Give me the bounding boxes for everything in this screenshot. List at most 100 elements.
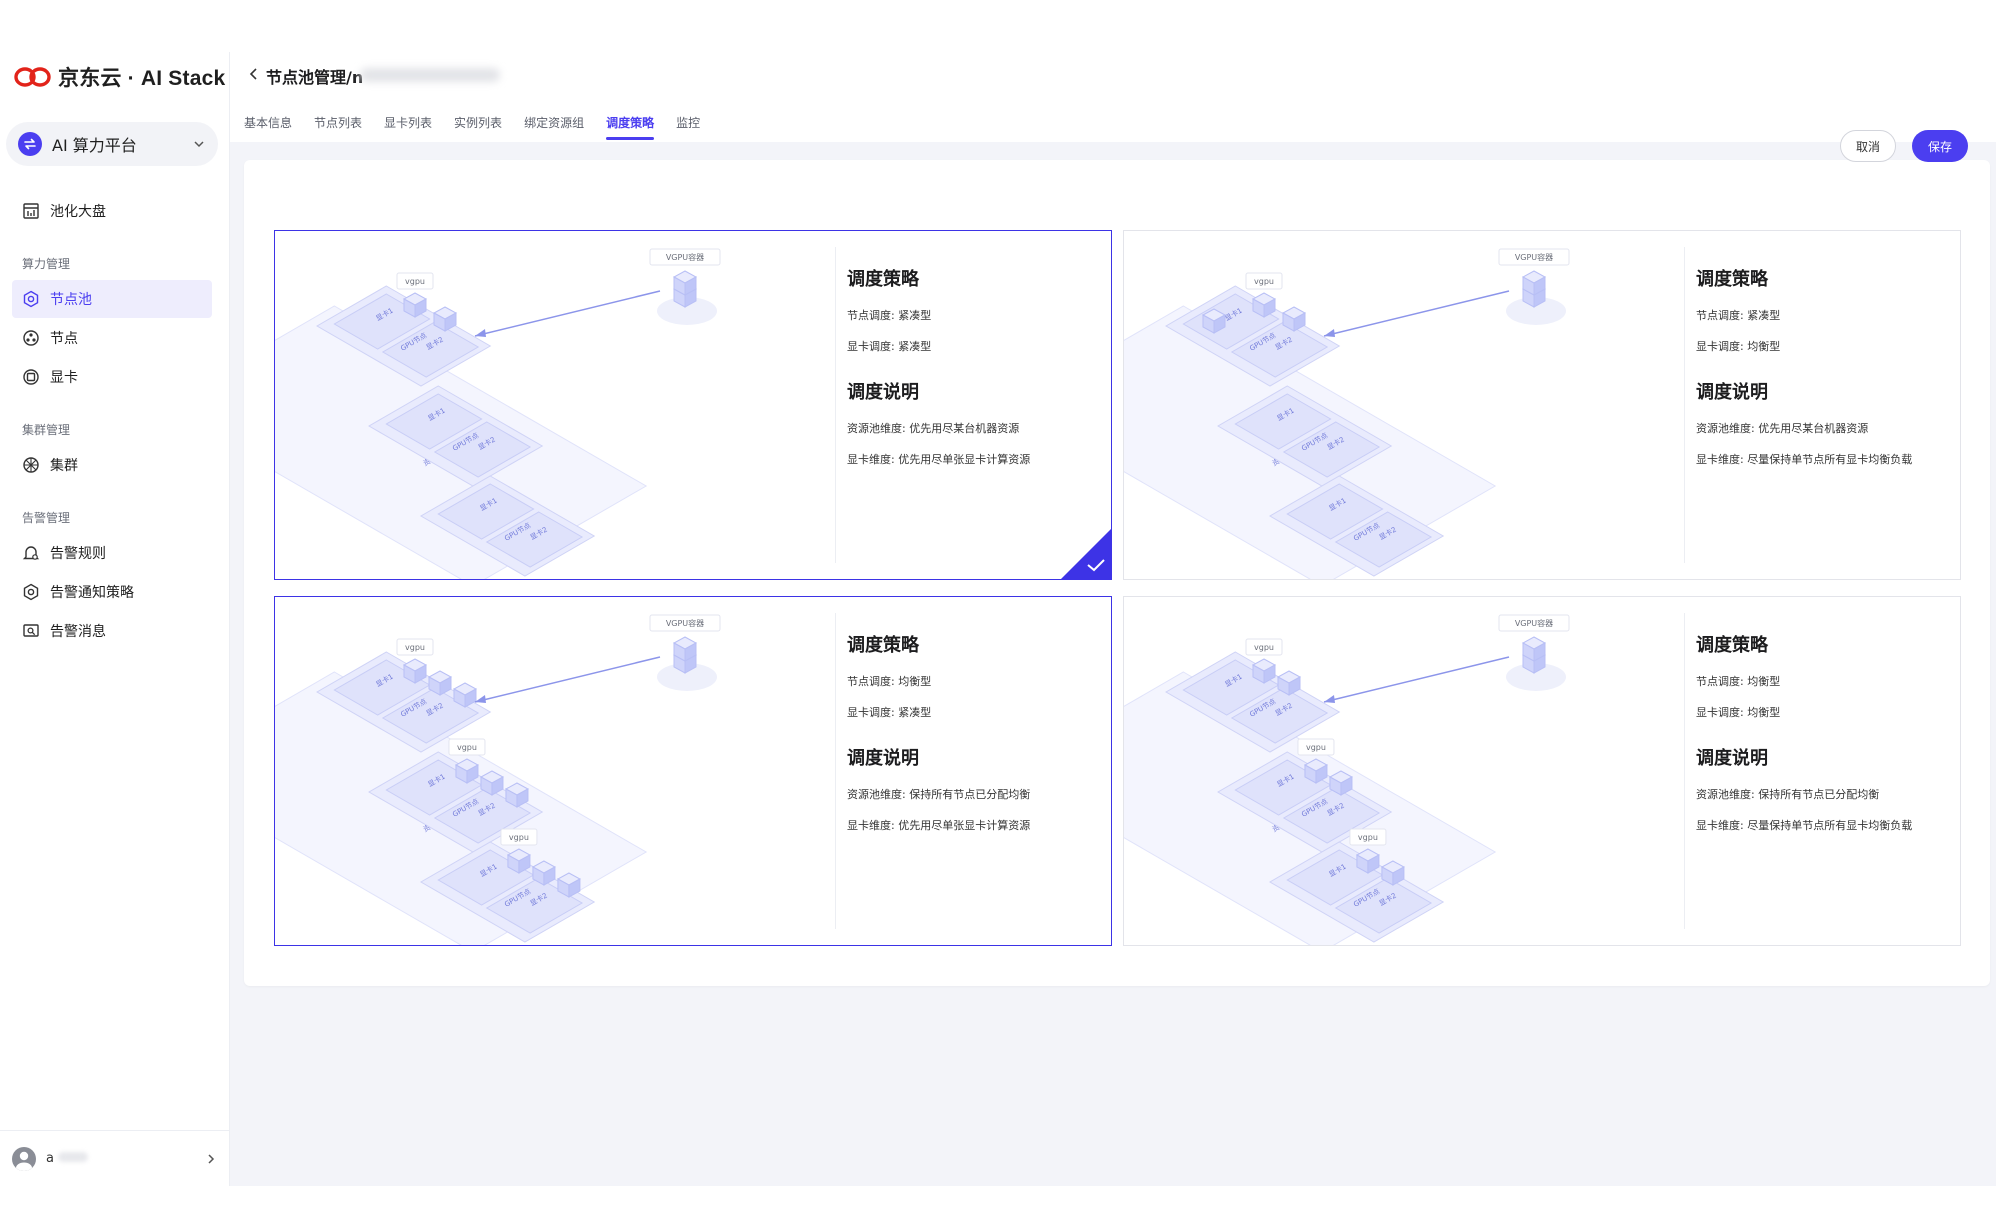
platform-label: AI 算力平台 [52, 136, 137, 155]
illustration-group: 资源池GPU节点显卡1显卡2GPU节点显卡1显卡2GPU节点显卡1显卡2vgpu… [1124, 614, 1570, 945]
card-text: 调度策略 节点调度: 紧凑型 显卡调度: 紧凑型 调度说明 资源池维度: 优先用… [847, 265, 1097, 482]
nav-group-alert: 告警管理 [22, 511, 71, 525]
user-name: a [46, 1151, 204, 1166]
gpu-description: 显卡维度: 尽量保持单节点所有显卡均衡负载 [1696, 819, 1913, 832]
scheduling-illustration: 资源池GPU节点显卡1显卡2GPU节点显卡1显卡2GPU节点显卡1显卡2vgpu… [275, 248, 721, 579]
policy-card-balanced-compact[interactable]: 资源池GPU节点显卡1显卡2GPU节点显卡1显卡2GPU节点显卡1显卡2vgpu… [274, 596, 1112, 946]
card-text: 调度策略 节点调度: 紧凑型 显卡调度: 均衡型 调度说明 资源池维度: 优先用… [1696, 265, 1946, 482]
node-scheduling: 节点调度: 紧凑型 [847, 309, 932, 322]
sidebar-item-alert-message[interactable]: 告警消息 [12, 612, 212, 650]
vgpu-label: vgpu [1358, 833, 1378, 842]
policy-heading: 调度策略 [1696, 269, 1768, 290]
back-button[interactable] [244, 64, 264, 84]
hexagon-cog-icon [23, 290, 39, 308]
platform-switcher[interactable]: AI 算力平台 [6, 122, 218, 166]
card-divider [1684, 247, 1685, 563]
sidebar-item-label: 集群 [50, 458, 78, 474]
user-menu[interactable]: a [0, 1130, 230, 1186]
scheduling-illustration: 资源池GPU节点显卡1显卡2GPU节点显卡1显卡2GPU节点显卡1显卡2vgpu… [1124, 614, 1570, 945]
sidebar-item-label: 告警通知策略 [50, 585, 134, 601]
vgpu-label: vgpu [1306, 743, 1326, 752]
card-text: 调度策略 节点调度: 均衡型 显卡调度: 均衡型 调度说明 资源池维度: 保持所… [1696, 631, 1946, 848]
sidebar-item-node[interactable]: 节点 [12, 319, 212, 357]
card-divider [835, 613, 836, 929]
cancel-button[interactable]: 取消 [1840, 130, 1896, 162]
policy-heading: 调度策略 [847, 635, 919, 656]
card-text: 调度策略 节点调度: 均衡型 显卡调度: 紧凑型 调度说明 资源池维度: 保持所… [847, 631, 1097, 848]
sidebar-item-alert-rule[interactable]: 告警规则 [12, 534, 212, 572]
vgpu-container-label: VGPU容器 [1515, 618, 1553, 628]
vgpu-label: vgpu [509, 833, 529, 842]
tab-basic-info[interactable]: 基本信息 [244, 114, 292, 140]
policy-card-balanced-balanced[interactable]: 资源池GPU节点显卡1显卡2GPU节点显卡1显卡2GPU节点显卡1显卡2vgpu… [1123, 596, 1961, 946]
illustration-group: 资源池GPU节点显卡1显卡2GPU节点显卡1显卡2GPU节点显卡1显卡2vgpu… [1124, 248, 1570, 579]
gpu-scheduling: 显卡调度: 均衡型 [1696, 340, 1781, 353]
bell-gear-icon [22, 546, 40, 560]
brand: 京东云 · AI Stack [14, 62, 225, 92]
tab-node-list[interactable]: 节点列表 [314, 114, 362, 140]
pool-description: 资源池维度: 优先用尽某台机器资源 [1696, 422, 1869, 435]
vgpu-label: vgpu [1254, 643, 1274, 652]
card-divider [835, 247, 836, 563]
vgpu-label: vgpu [405, 643, 425, 652]
tab-bound-resource-group[interactable]: 绑定资源组 [524, 114, 584, 140]
tab-monitor[interactable]: 监控 [676, 114, 700, 140]
shield-gear-icon [23, 583, 39, 601]
sidebar-item-label: 节点 [50, 331, 78, 347]
schedule-arrow [1323, 656, 1510, 703]
message-search-icon [23, 624, 39, 637]
card-divider [1684, 613, 1685, 929]
avatar [12, 1146, 36, 1171]
sidebar-item-label: 池化大盘 [50, 204, 106, 220]
node-scheduling: 节点调度: 紧凑型 [1696, 309, 1781, 322]
gpu-scheduling: 显卡调度: 紧凑型 [847, 706, 932, 719]
tab-scheduling-policy[interactable]: 调度策略 [606, 114, 655, 140]
arrow-head [1324, 329, 1335, 337]
brand-name: 京东云 · AI Stack [58, 67, 226, 90]
check-icon [1061, 529, 1111, 579]
save-button[interactable]: 保存 [1912, 130, 1968, 162]
vgpu-label: vgpu [457, 743, 477, 752]
description-heading: 调度说明 [847, 748, 919, 769]
dashboard-icon [23, 203, 39, 219]
gpu-scheduling: 显卡调度: 紧凑型 [847, 340, 932, 353]
policy-card-compact-balanced[interactable]: 资源池GPU节点显卡1显卡2GPU节点显卡1显卡2GPU节点显卡1显卡2vgpu… [1123, 230, 1961, 580]
gpu-description: 显卡维度: 尽量保持单节点所有显卡均衡负载 [1696, 453, 1913, 466]
redacted-mask [360, 68, 500, 82]
illustration-group: 资源池GPU节点显卡1显卡2GPU节点显卡1显卡2GPU节点显卡1显卡2vgpu… [275, 248, 721, 579]
nav-group-cluster: 集群管理 [22, 423, 71, 437]
sidebar-item-node-pool[interactable]: 节点池 [12, 280, 212, 318]
policy-card-compact-compact[interactable]: 资源池GPU节点显卡1显卡2GPU节点显卡1显卡2GPU节点显卡1显卡2vgpu… [274, 230, 1112, 580]
description-heading: 调度说明 [1696, 748, 1768, 769]
sidebar-item-label: 告警规则 [50, 546, 106, 562]
description-heading: 调度说明 [847, 382, 919, 403]
scheduling-illustration: 资源池GPU节点显卡1显卡2GPU节点显卡1显卡2GPU节点显卡1显卡2vgpu… [1124, 248, 1570, 579]
sidebar-item-dashboard[interactable]: 池化大盘 [12, 192, 212, 230]
chevron-right-icon [208, 1153, 215, 1164]
sidebar-item-label: 告警消息 [50, 624, 106, 640]
page-title: 节点池管理/n [266, 68, 364, 87]
node-scheduling: 节点调度: 均衡型 [1696, 675, 1781, 688]
chip-icon [23, 369, 39, 385]
brand-logo-icon [14, 67, 51, 87]
redacted-mask [57, 1152, 88, 1162]
chevron-down-icon [194, 141, 204, 148]
sidebar-item-cluster[interactable]: 集群 [12, 446, 212, 484]
nav-group-compute: 算力管理 [22, 257, 71, 271]
sidebar-item-alert-policy[interactable]: 告警通知策略 [12, 573, 212, 611]
sidebar-item-gpu[interactable]: 显卡 [12, 358, 212, 396]
policy-heading: 调度策略 [1696, 635, 1768, 656]
vgpu-label: vgpu [1254, 277, 1274, 286]
schedule-arrow [474, 290, 661, 337]
node-scheduling: 节点调度: 均衡型 [847, 675, 932, 688]
pool-description: 资源池维度: 优先用尽某台机器资源 [847, 422, 1020, 435]
illustration-group: 资源池GPU节点显卡1显卡2GPU节点显卡1显卡2GPU节点显卡1显卡2vgpu… [275, 614, 721, 945]
vgpu-label: vgpu [405, 277, 425, 286]
sidebar-item-label: 显卡 [50, 370, 78, 386]
chevron-left-icon [249, 68, 257, 80]
tab-instance-list[interactable]: 实例列表 [454, 114, 502, 140]
sidebar-item-label: 节点池 [50, 292, 92, 308]
swap-icon [18, 132, 42, 156]
tab-gpu-list[interactable]: 显卡列表 [384, 114, 432, 140]
scheduling-illustration: 资源池GPU节点显卡1显卡2GPU节点显卡1显卡2GPU节点显卡1显卡2vgpu… [275, 614, 721, 945]
